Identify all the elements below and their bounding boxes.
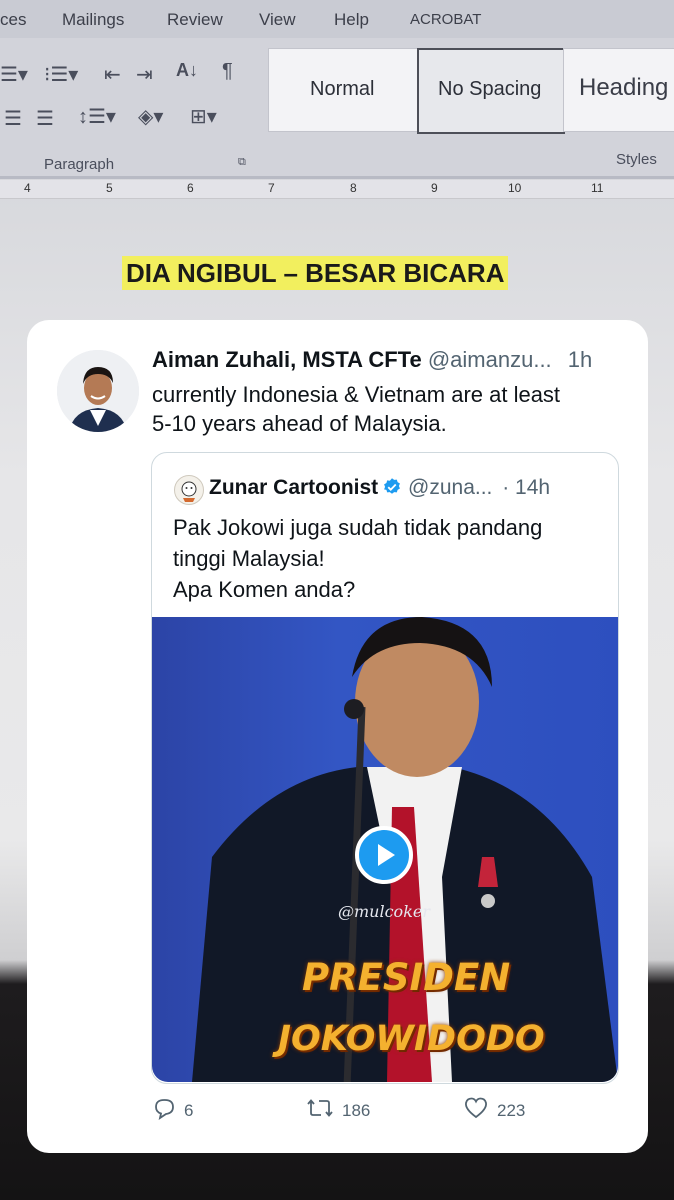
retweet-icon [307, 1099, 333, 1117]
avatar-portrait [57, 350, 139, 432]
ruler-mark: 11 [591, 181, 604, 195]
like-action[interactable]: 223 [463, 1096, 525, 1121]
tweet-author[interactable]: Aiman Zuhali, MSTA CFTe @aimanzu... 1h [152, 347, 592, 373]
style-heading-label: Heading [579, 74, 669, 101]
tab-acrobat[interactable]: ACROBAT [410, 11, 481, 28]
ruler-mark: 9 [431, 181, 438, 195]
retweet-action[interactable]: 186 [306, 1096, 370, 1121]
avatar[interactable] [57, 350, 139, 432]
document-heading: DIA NGIBUL – BESAR BICARA [122, 256, 509, 290]
ruler-mark: 4 [24, 181, 31, 195]
play-icon [378, 844, 395, 866]
tab-help[interactable]: Help [334, 10, 369, 30]
increase-indent-icon[interactable]: ⇥ [136, 62, 153, 87]
ruler-mark: 5 [106, 181, 113, 195]
tweet-text: currently Indonesia & Vietnam are at lea… [152, 382, 561, 436]
decrease-indent-icon[interactable]: ⇤ [104, 62, 121, 87]
pilcrow-icon[interactable]: ¶ [222, 60, 233, 83]
play-button[interactable] [355, 826, 413, 884]
quoted-author-handle[interactable]: @zuna... [408, 476, 492, 499]
sort-icon[interactable]: A↓ [176, 60, 198, 81]
tab-mailings[interactable]: Mailings [62, 10, 124, 30]
style-no-spacing-label: No Spacing [438, 78, 542, 100]
ruler-mark: 8 [350, 181, 357, 195]
tweet-time[interactable]: 1h [568, 347, 592, 372]
video-watermark: @mulcoker [338, 902, 430, 921]
ribbon-divider [0, 176, 674, 179]
author-handle[interactable]: @aimanzu... [428, 347, 552, 372]
retweet-count: 186 [342, 1101, 371, 1120]
ruler-mark: 7 [268, 181, 275, 195]
video-caption-line1: PRESIDEN [302, 956, 511, 999]
video-caption-line2: JOKOWIDODO [278, 1019, 545, 1059]
tab-view[interactable]: View [259, 10, 296, 30]
reply-action[interactable]: 6 [152, 1096, 193, 1121]
paragraph-dialog-launcher-icon[interactable]: ⧉ [238, 156, 246, 169]
verified-badge-icon [384, 478, 401, 494]
author-name[interactable]: Aiman Zuhali, MSTA CFTe [152, 347, 422, 372]
tab-references[interactable]: ces [0, 10, 26, 30]
ruler-mark: 10 [508, 181, 522, 195]
numbering-icon[interactable]: ⁝☰▾ [44, 62, 78, 87]
paragraph-group-label: Paragraph [44, 156, 115, 173]
reply-count: 6 [184, 1101, 194, 1120]
quoted-tweet-text: Pak Jokowi juga sudah tidak pandang ting… [173, 515, 543, 602]
tab-review[interactable]: Review [167, 10, 223, 30]
ruler-mark: 6 [187, 181, 194, 195]
line-spacing-icon[interactable]: ↕☰▾ [78, 104, 116, 129]
like-icon [465, 1097, 487, 1119]
styles-group-label: Styles [616, 151, 657, 168]
ruler [0, 180, 674, 199]
align-center-icon[interactable]: ☰ [4, 106, 22, 131]
bullets-icon[interactable]: ☰▾ [0, 62, 28, 87]
cartoon-avatar [181, 481, 197, 502]
quoted-tweet-time[interactable]: · 14h [502, 476, 550, 499]
like-count: 223 [497, 1101, 526, 1120]
reply-icon [155, 1099, 174, 1120]
quoted-author-name[interactable]: Zunar Cartoonist [209, 476, 378, 499]
style-normal-label: Normal [310, 78, 375, 100]
shading-icon[interactable]: ◈▾ [138, 104, 163, 129]
borders-icon[interactable]: ⊞▾ [190, 104, 217, 129]
quoted-author[interactable]: Zunar Cartoonist @zuna... · 14h [209, 476, 550, 500]
ribbon-tab-bar: ces Mailings Review View Help ACROBAT [0, 0, 674, 40]
justify-icon[interactable]: ☰ [36, 106, 54, 131]
quoted-avatar[interactable] [174, 475, 204, 505]
